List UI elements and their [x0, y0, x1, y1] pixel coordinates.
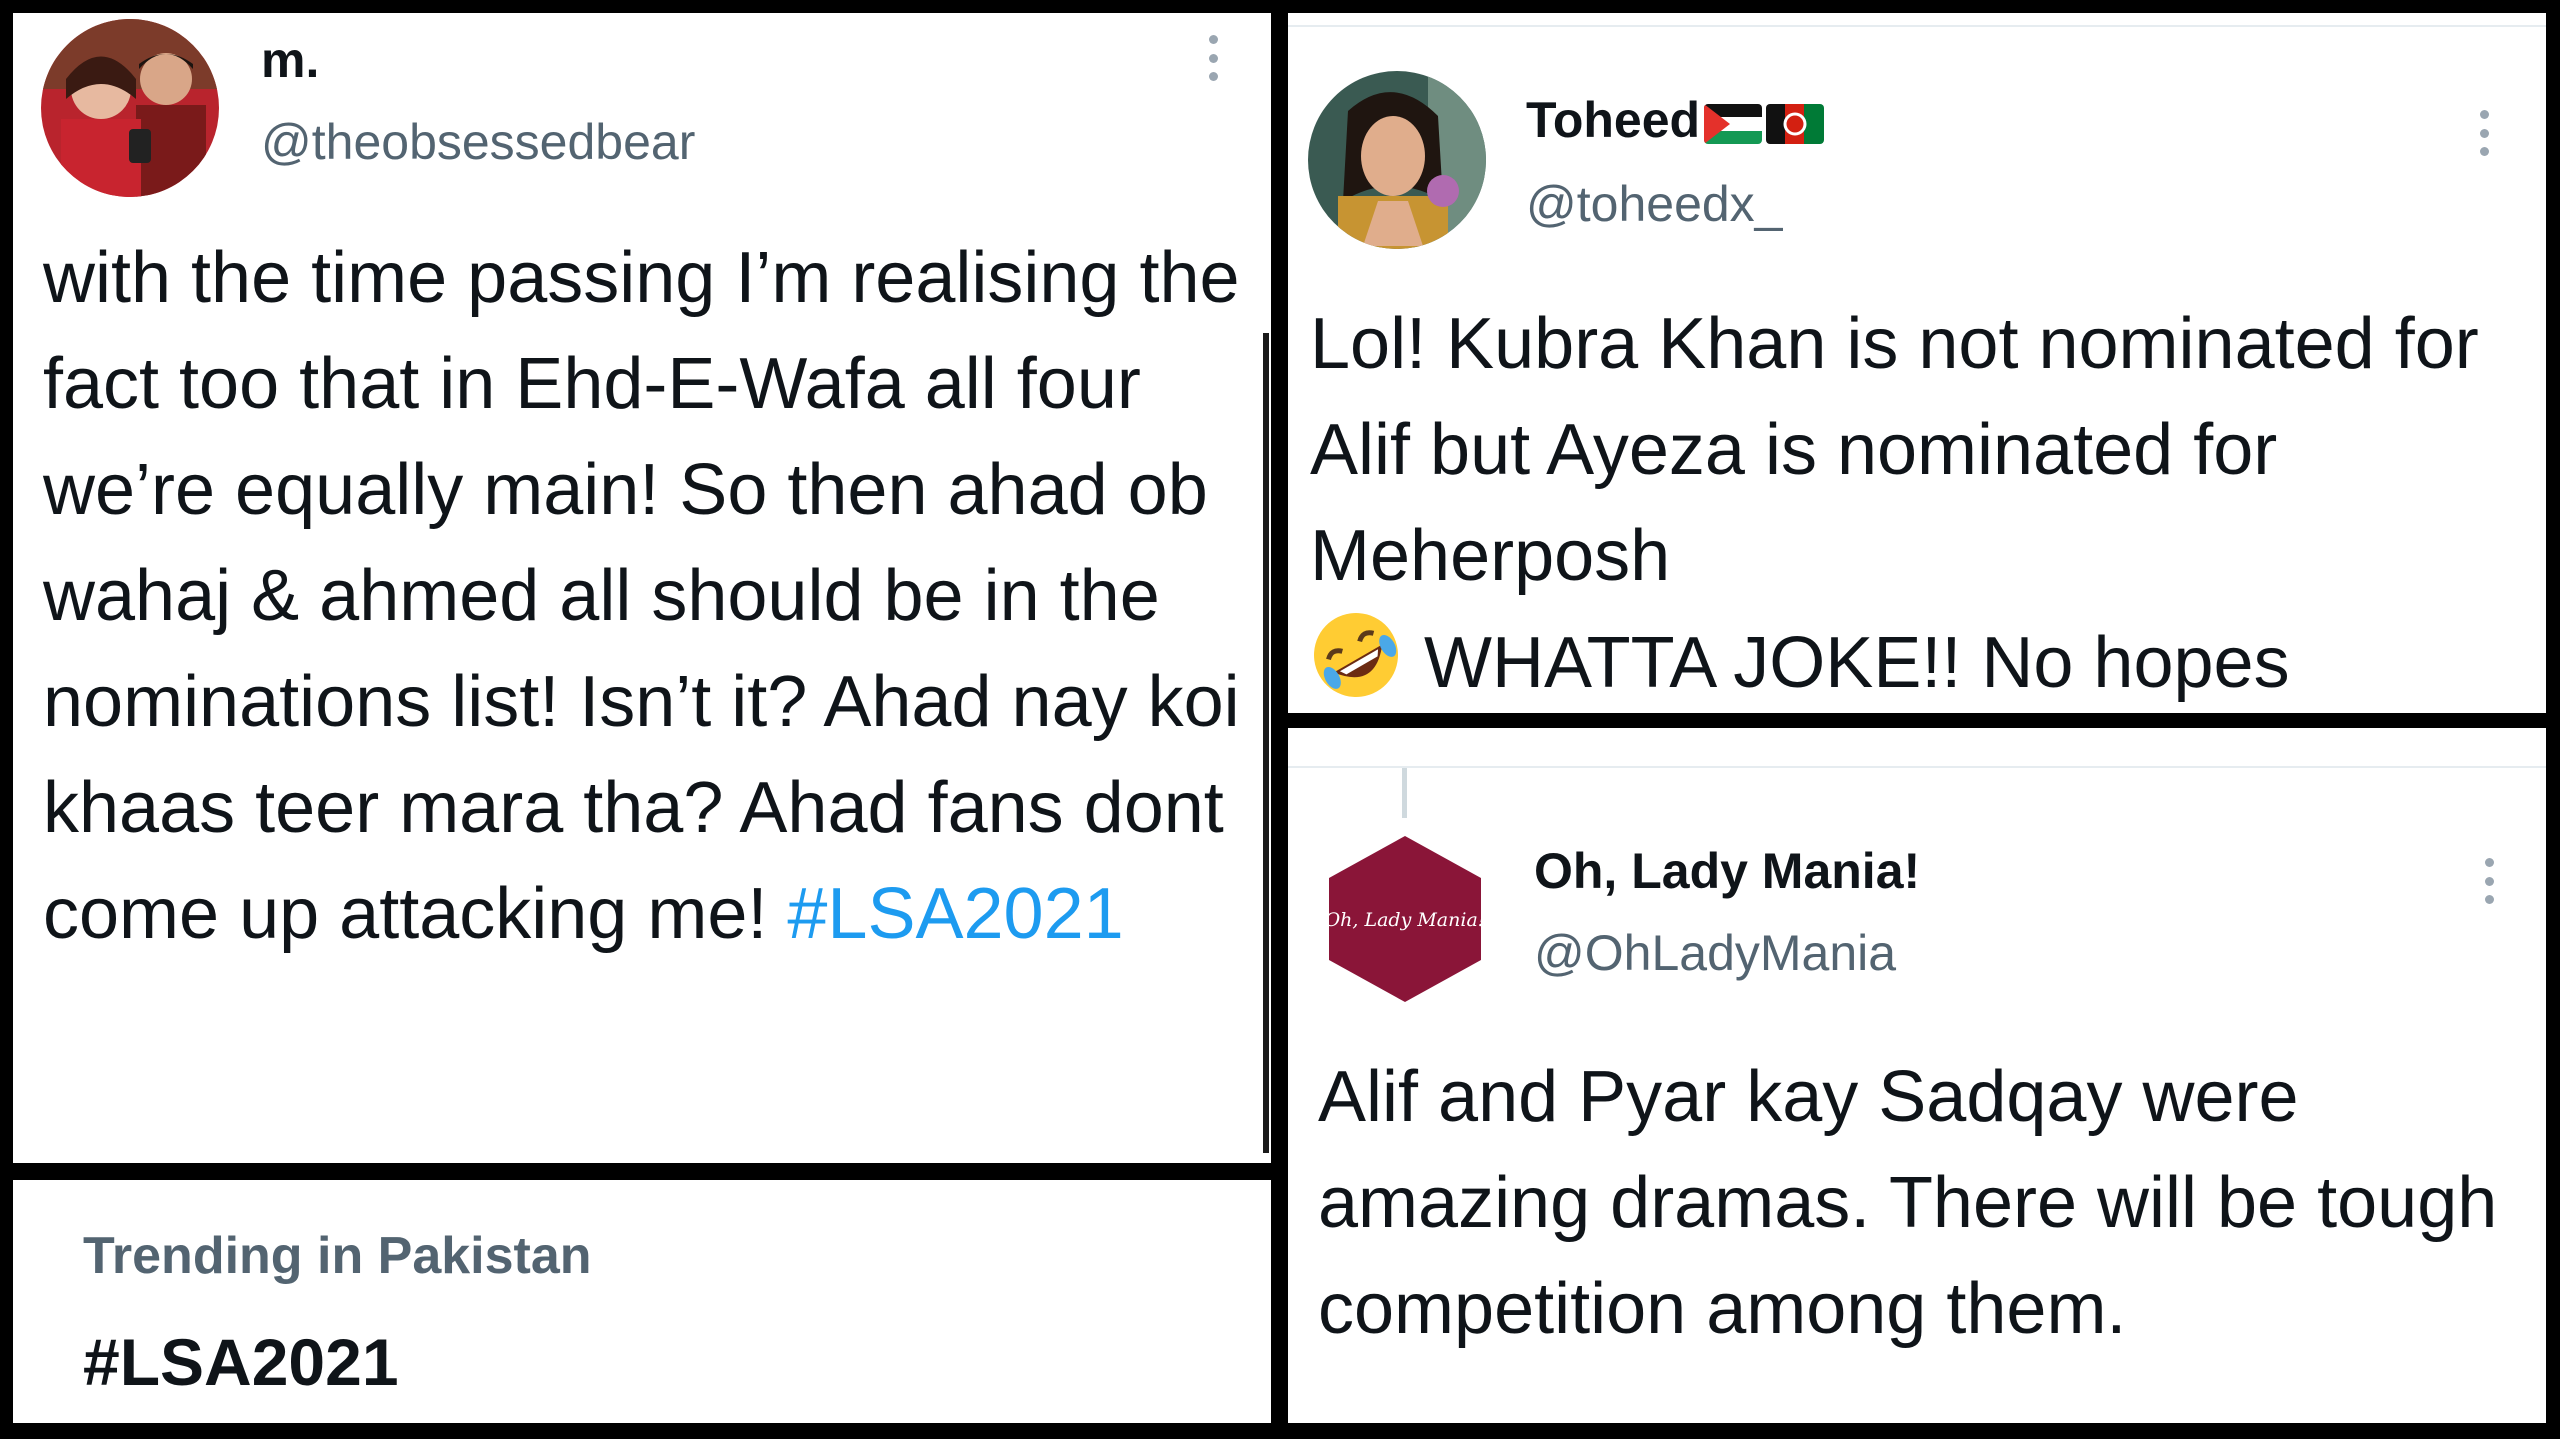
hashtag-link[interactable]: #LSA2021 — [787, 874, 1123, 954]
tweet-body: with the time passing I’m realising the … — [43, 238, 1240, 954]
tweet-card-theobsessedbear[interactable]: m. @theobsessedbear with the time passin… — [13, 13, 1271, 1163]
tweet-author-name[interactable]: m. — [261, 31, 319, 89]
avatar[interactable]: Oh, Lady Mania! — [1316, 830, 1494, 1008]
rolling-on-floor-laughing-emoji-icon — [1314, 613, 1398, 697]
more-options-icon[interactable] — [2483, 858, 2495, 904]
tweet-author-name[interactable]: Oh, Lady Mania! — [1534, 842, 1920, 900]
tweet-body: Lol! Kubra Khan is not nominated for Ali… — [1310, 304, 2479, 596]
tweet-card-ohladymania[interactable]: Oh, Lady Mania! Oh, Lady Mania! @OhLadyM… — [1288, 728, 2546, 1423]
divider — [1288, 25, 2546, 27]
tweet-author-handle[interactable]: @toheedx_ — [1526, 175, 1783, 233]
trending-label: Trending in Pakistan — [83, 1227, 592, 1285]
tweet-text: Alif and Pyar kay Sadqay were amazing dr… — [1318, 1057, 2498, 1349]
trending-card[interactable]: Trending in Pakistan #LSA2021 — [13, 1180, 1271, 1423]
author-name-text: Toheed — [1526, 92, 1701, 148]
more-options-icon[interactable] — [2478, 110, 2490, 156]
palestine-flag-icon — [1704, 103, 1763, 144]
thread-line — [1402, 768, 1407, 818]
couple-photo-icon — [41, 19, 219, 197]
afghanistan-flag-icon — [1766, 103, 1825, 144]
tweet-author-name[interactable]: Toheed — [1526, 91, 1825, 149]
tweet-text: Lol! Kubra Khan is not nominated for Ali… — [1310, 291, 2525, 713]
scrollbar[interactable] — [1263, 333, 1269, 1153]
tweet-body-line2: WHATTA JOKE!! No hopes — [1424, 623, 2290, 703]
trending-hashtag[interactable]: #LSA2021 — [83, 1324, 399, 1400]
avatar[interactable] — [41, 19, 219, 197]
divider — [1288, 766, 2546, 768]
avatar[interactable] — [1308, 71, 1486, 249]
woman-photo-icon — [1308, 71, 1486, 249]
more-options-icon[interactable] — [1207, 35, 1219, 81]
tweet-author-handle[interactable]: @OhLadyMania — [1534, 924, 1896, 982]
tweet-card-toheedx[interactable]: Toheed @toheedx_ Lol! Kubra Khan is not … — [1288, 13, 2546, 713]
hexagon-logo-icon: Oh, Lady Mania! — [1325, 836, 1486, 1002]
tweet-text: with the time passing I’m realising the … — [43, 225, 1243, 967]
logo-text: Oh, Lady Mania! — [1325, 909, 1486, 931]
tweet-author-handle[interactable]: @theobsessedbear — [261, 113, 695, 171]
